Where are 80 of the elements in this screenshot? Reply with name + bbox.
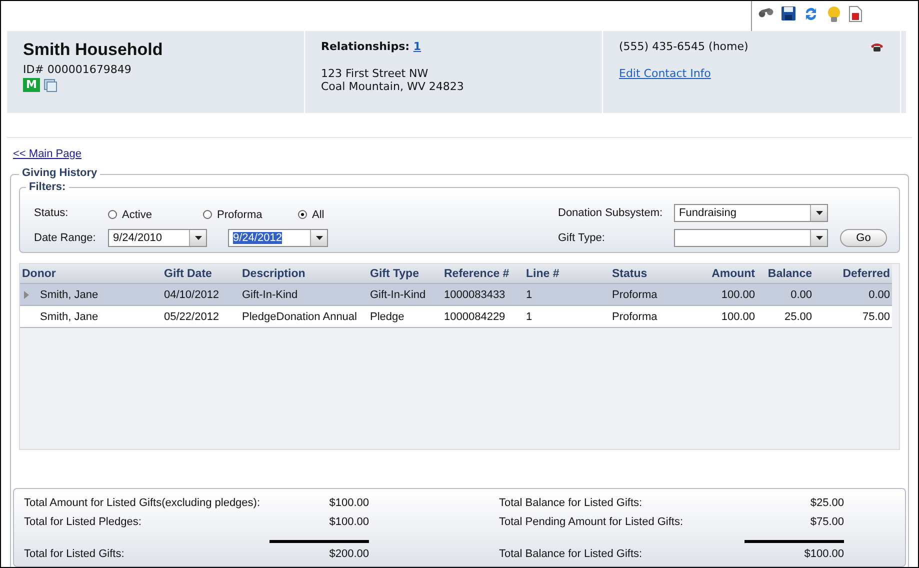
- table-cell: Smith, Jane: [40, 310, 98, 322]
- column-header[interactable]: Reference #: [442, 264, 524, 284]
- card-icon: [44, 78, 57, 92]
- dropdown-arrow-icon: [316, 236, 322, 240]
- section-title: Giving History: [19, 167, 100, 179]
- edit-contact-link[interactable]: Edit Contact Info: [619, 67, 711, 80]
- row-indicator-icon: [24, 291, 29, 299]
- column-header[interactable]: Line #: [524, 264, 610, 284]
- phone-number: (555) 435-6545 (home): [619, 40, 748, 53]
- total-label: Total Balance for Listed Gifts:: [499, 548, 642, 562]
- table-cell: Proforma: [612, 288, 658, 300]
- table-cell: Proforma: [612, 310, 658, 322]
- total-value: $100.00: [329, 516, 369, 530]
- relationships-label: Relationships:: [321, 40, 410, 53]
- table-cell: 25.00: [784, 310, 812, 322]
- field-label: Status:: [34, 206, 70, 218]
- date-to-field[interactable]: 9/24/2012: [228, 228, 328, 246]
- lightbulb-icon[interactable]: [826, 6, 842, 23]
- field-label: Donation Subsystem:: [558, 206, 664, 218]
- table-cell: Smith, Jane: [40, 288, 98, 300]
- household-name: Smith Household: [23, 40, 164, 60]
- go-button[interactable]: Go: [840, 228, 887, 246]
- total-label: Total Pending Amount for Listed Gifts:: [499, 516, 684, 530]
- main-page-link[interactable]: << Main Page: [13, 148, 82, 160]
- table-cell: Pledge: [370, 310, 404, 322]
- total-value: $100.00: [329, 497, 369, 511]
- column-header[interactable]: Donor: [20, 264, 162, 284]
- column-header[interactable]: Deferred: [814, 264, 892, 284]
- field-label: Date Range:: [34, 232, 97, 244]
- table-cell: 05/22/2012: [164, 310, 220, 322]
- household-id: ID# 000001679849: [23, 63, 132, 76]
- table-cell: Gift-In-Kind: [370, 288, 426, 300]
- save-icon[interactable]: [781, 6, 796, 21]
- status-radio[interactable]: All: [298, 208, 393, 220]
- total-value: $25.00: [810, 497, 844, 511]
- column-header[interactable]: Balance: [757, 264, 814, 284]
- table-cell: 1: [526, 288, 532, 300]
- gift-type-dropdown[interactable]: [674, 228, 828, 246]
- column-header[interactable]: Gift Date: [162, 264, 240, 284]
- table-cell: 0.00: [790, 288, 812, 300]
- field-label: Gift Type:: [558, 232, 606, 244]
- total-label: Total Balance for Listed Gifts:: [499, 497, 642, 511]
- dropdown-arrow-icon: [816, 210, 822, 214]
- address-line: 123 First Street NW: [321, 67, 430, 80]
- table-cell: 75.00: [862, 310, 890, 322]
- table-cell: 04/10/2012: [164, 288, 220, 300]
- total-value: $100.00: [804, 548, 844, 562]
- table-cell: PledgeDonation Annual: [242, 310, 357, 322]
- column-header[interactable]: Status: [610, 264, 680, 284]
- table-cell: 0.00: [868, 288, 890, 300]
- subsystem-dropdown[interactable]: Fundraising: [674, 204, 828, 222]
- dropdown-arrow-icon: [194, 236, 202, 240]
- total-label: Total for Listed Pledges:: [24, 516, 142, 530]
- total-value: $200.00: [329, 548, 369, 562]
- table-cell: 1000084229: [444, 310, 506, 322]
- table-cell: 1000083433: [444, 288, 506, 300]
- address-line: Coal Mountain, WV 24823: [321, 80, 465, 93]
- total-value: $75.00: [810, 516, 844, 530]
- refresh-icon[interactable]: [803, 6, 819, 22]
- telephone-icon[interactable]: [870, 42, 884, 52]
- total-label: Total for Listed Gifts:: [24, 548, 124, 562]
- status-radio[interactable]: Proforma: [203, 208, 298, 220]
- status-radio[interactable]: Active: [108, 208, 203, 220]
- document-icon[interactable]: [849, 6, 862, 22]
- table-cell: 100.00: [721, 288, 755, 300]
- filters-title: Filters:: [26, 181, 69, 193]
- table-row[interactable]: Smith, Jane 05/22/2012 PledgeDonation Annual Pledge 1000084229 1 Proforma 100.00 25.00 75.00: [20, 306, 892, 328]
- relationships-count-link[interactable]: 1: [413, 40, 422, 53]
- table-cell: Gift-In-Kind: [242, 288, 298, 300]
- total-label: Total Amount for Listed Gifts(excluding pledges):: [24, 497, 260, 511]
- date-from-field[interactable]: 9/24/2010: [108, 228, 207, 246]
- column-header[interactable]: Description: [240, 264, 368, 284]
- dropdown-arrow-icon: [816, 236, 822, 240]
- table-row[interactable]: Smith, Jane 04/10/2012 Gift-In-Kind Gift-In-Kind 1000083433 1 Proforma 100.00 0.00 0.00: [20, 284, 892, 306]
- table-cell: 100.00: [721, 310, 755, 322]
- member-badge: M: [23, 78, 40, 92]
- table-cell: 1: [526, 310, 532, 322]
- column-header[interactable]: Amount: [680, 264, 757, 284]
- binoculars-icon[interactable]: [758, 6, 774, 18]
- column-header[interactable]: Gift Type: [368, 264, 442, 284]
